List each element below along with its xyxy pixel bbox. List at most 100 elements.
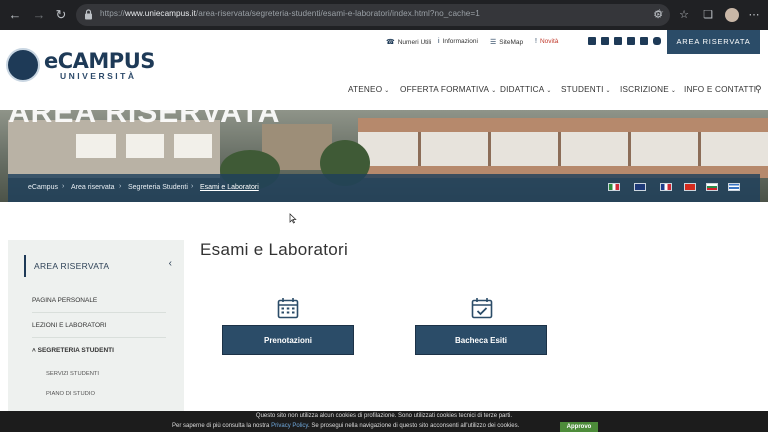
topbar-sitemap[interactable]: ☰ SiteMap: [490, 38, 523, 46]
hero-banner: AREA RISERVATA eCampus › Area riservata …: [0, 110, 768, 202]
flag-bulgaria-icon[interactable]: [706, 183, 718, 191]
prenotazioni-button[interactable]: Prenotazioni: [222, 325, 354, 355]
breadcrumb-ecampus[interactable]: eCampus: [28, 184, 58, 191]
cookie-text-line2: Per saperne di più consulta la nostra Pr…: [172, 423, 519, 429]
menu-didattica[interactable]: DIDATTICA ⌄: [500, 85, 552, 94]
facebook-icon[interactable]: [588, 37, 596, 45]
breadcrumb-chevron-icon: ›: [191, 183, 194, 190]
url-host: www.uniecampus.it: [124, 9, 196, 18]
chevron-down-icon: ⌄: [670, 88, 677, 94]
menu-label: STUDENTI: [561, 85, 604, 94]
privacy-policy-link[interactable]: Privacy Policy: [271, 423, 308, 429]
flag-uk-icon[interactable]: [634, 183, 646, 191]
topbar-label: SiteMap: [499, 39, 524, 46]
building-mullion: [628, 132, 631, 166]
chevron-down-icon: ⌄: [491, 88, 497, 94]
alert-icon: !: [535, 38, 537, 45]
area-riservata-button[interactable]: AREA RISERVATA: [667, 30, 760, 54]
url-scheme: https://: [100, 9, 125, 18]
calendar-icon: [277, 298, 299, 319]
topbar-label: Novità: [539, 38, 559, 45]
logo-text: eCAMPUS: [44, 49, 155, 73]
hero-building-right: [358, 118, 768, 178]
chevron-down-icon: ⌄: [546, 88, 552, 94]
building-window: [174, 134, 212, 158]
search-icon[interactable]: ⚲: [755, 84, 762, 95]
rss-icon[interactable]: [627, 37, 635, 45]
menu-label: DIDATTICA: [500, 85, 545, 94]
cookie-text-part: . Se prosegui nella navigazione di quest…: [307, 423, 520, 429]
url-text: https://www.uniecampus.it/area-riservata…: [100, 9, 480, 18]
chevron-left-icon[interactable]: ‹: [169, 258, 172, 269]
cookie-text-part: Per saperne di più consulta la nostra: [172, 423, 270, 429]
sidebar-subitem-servizi[interactable]: SERVIZI STUDENTI: [46, 371, 99, 377]
topbar-numeri-utili[interactable]: ☎ Numeri Utili: [386, 38, 431, 46]
browser-toolbar: ← → ↻ https://www.uniecampus.it/area-ris…: [0, 0, 768, 30]
instagram-icon[interactable]: [653, 37, 661, 45]
more-menu-icon[interactable]: ⋯: [746, 7, 762, 23]
menu-label: ATENEO: [348, 85, 383, 94]
building-mullion: [698, 132, 701, 166]
breadcrumb-chevron-icon: ›: [62, 183, 65, 190]
sidebar-header[interactable]: AREA RISERVATA ‹: [24, 255, 174, 277]
flag-turkey-icon[interactable]: [684, 183, 696, 191]
approve-cookies-button[interactable]: Approvo: [560, 422, 598, 432]
extension-icon[interactable]: ⚙: [650, 7, 666, 23]
sidebar-title: AREA RISERVATA: [34, 261, 110, 271]
collections-icon[interactable]: ❏: [700, 7, 716, 23]
back-icon[interactable]: ←: [6, 6, 24, 24]
sidebar-subitem-piano[interactable]: PIANO DI STUDIO: [46, 391, 95, 397]
sidebar-item-lezioni[interactable]: LEZIONI E LABORATORI: [32, 314, 166, 338]
url-path: /area-riservata/segreteria-studenti/esam…: [195, 9, 480, 18]
phone-icon: ☎: [386, 39, 395, 46]
breadcrumb-segreteria[interactable]: Segreteria Studenti: [128, 184, 188, 191]
profile-avatar[interactable]: [725, 8, 739, 22]
flag-italy-icon[interactable]: [608, 183, 620, 191]
linkedin-icon[interactable]: [640, 37, 648, 45]
menu-studenti[interactable]: STUDENTI ⌄: [561, 85, 611, 94]
topbar-informazioni[interactable]: i Informazioni: [438, 38, 478, 45]
menu-ateneo[interactable]: ATENEO ⌄: [348, 85, 390, 94]
breadcrumb-chevron-icon: ›: [119, 183, 122, 190]
topbar-label: Numeri Utili: [397, 39, 432, 46]
favorites-icon[interactable]: ☆: [676, 7, 692, 23]
breadcrumb-area-riservata[interactable]: Area riservata: [71, 184, 115, 191]
sidebar-item-pagina-personale[interactable]: PAGINA PERSONALE: [32, 289, 166, 313]
info-icon: i: [438, 38, 440, 45]
ecampus-logo[interactable]: eCAMPUS UNIVERSITÀ: [6, 48, 155, 98]
menu-label: INFO E CONTATTI: [684, 85, 757, 94]
menu-offerta-formativa[interactable]: OFFERTA FORMATIVA ⌄: [400, 85, 496, 94]
calendar-check-icon: [471, 298, 493, 319]
logo-subtitle: UNIVERSITÀ: [60, 71, 137, 81]
building-mullion: [558, 132, 561, 166]
flag-france-icon[interactable]: [660, 183, 672, 191]
youtube-icon[interactable]: [614, 37, 622, 45]
cookie-banner: Questo sito non utilizza alcun cookies d…: [0, 411, 768, 432]
building-window: [126, 134, 164, 158]
topbar-label: Informazioni: [442, 38, 478, 45]
breadcrumb: eCampus › Area riservata › Segreteria St…: [8, 174, 760, 202]
sitemap-icon: ☰: [490, 39, 497, 46]
cookie-text: Questo sito non utilizza alcun cookies d…: [255, 413, 513, 419]
menu-info-contatti[interactable]: INFO E CONTATTI: [684, 85, 756, 94]
bacheca-esiti-button[interactable]: Bacheca Esiti: [415, 325, 547, 355]
reload-icon[interactable]: ↻: [52, 6, 70, 24]
address-bar[interactable]: https://www.uniecampus.it/area-riservata…: [76, 4, 670, 26]
sidebar-item-label: SEGRETERIA STUDENTI: [37, 347, 114, 354]
twitter-icon[interactable]: [601, 37, 609, 45]
topbar-novita[interactable]: ! Novità: [535, 38, 558, 45]
menu-iscrizione[interactable]: ISCRIZIONE ⌄: [620, 85, 676, 94]
site-header: eCAMPUS UNIVERSITÀ ☎ Numeri Utili i Inform…: [0, 30, 768, 110]
building-mullion: [488, 132, 491, 166]
mouse-cursor-icon: [289, 213, 297, 224]
lock-icon: [85, 9, 92, 20]
menu-label: OFFERTA FORMATIVA: [400, 85, 490, 94]
sidebar: AREA RISERVATA ‹ PAGINA PERSONALE LEZION…: [8, 240, 184, 432]
sidebar-item-segreteria[interactable]: ˄ SEGRETERIA STUDENTI: [32, 339, 166, 363]
building-mullion: [418, 132, 421, 166]
forward-icon[interactable]: →: [30, 6, 48, 24]
breadcrumb-current: Esami e Laboratori: [200, 184, 259, 191]
hero-title: AREA RISERVATA: [8, 110, 281, 129]
flag-greece-icon[interactable]: [728, 183, 740, 191]
menu-label: ISCRIZIONE: [620, 85, 669, 94]
